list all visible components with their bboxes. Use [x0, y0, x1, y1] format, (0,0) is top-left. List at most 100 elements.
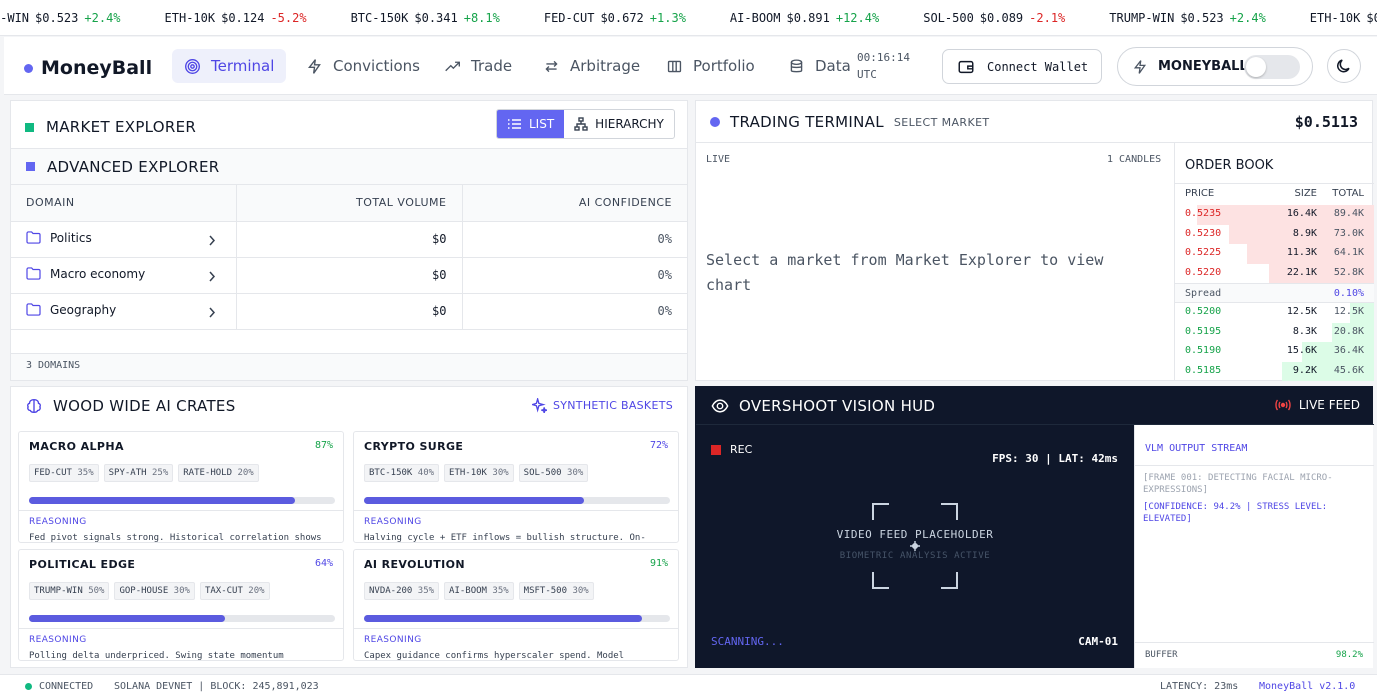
- spread-label: Spread: [1185, 288, 1222, 299]
- ticker-item[interactable]: TRUMP-WIN $0.523 +2.4%: [0, 11, 121, 25]
- bid-size: 15.6K: [1286, 345, 1317, 356]
- bid-price: 0.5185: [1185, 364, 1222, 376]
- advanced-explorer-title: ADVANCED EXPLORER: [47, 157, 220, 176]
- live-feed-indicator: LIVE FEED: [1275, 398, 1360, 412]
- order-book-title: ORDER BOOK: [1185, 158, 1274, 173]
- ask-size: 22.1K: [1286, 266, 1317, 278]
- bid-level[interactable]: 0.5195 8.3K 20.8K: [1175, 322, 1374, 342]
- crate-confidence-bar: [29, 615, 335, 622]
- chevron-right-icon[interactable]: [208, 235, 216, 246]
- ticker-symbol: AI-BOOM: [729, 11, 781, 25]
- crate-reasoning: Polling delta underpriced. Swing state m…: [29, 651, 284, 661]
- ask-levels: 0.5235 16.4K 89.4K 0.5230 8.9K 73.0K 0.5225 11.…: [1175, 205, 1374, 283]
- domain-row[interactable]: Politics $0 0%: [11, 221, 687, 258]
- domain-volume: $0: [235, 293, 462, 330]
- rec-icon: [711, 444, 721, 455]
- ask-level[interactable]: 0.5235 16.4K 89.4K: [1175, 205, 1374, 225]
- ticker-price: $0.523: [1180, 11, 1224, 25]
- ticker-change: +8.1%: [463, 11, 500, 25]
- tab-convictions[interactable]: Convictions: [294, 49, 432, 83]
- ask-level[interactable]: 0.5220 22.1K 52.8K: [1175, 263, 1374, 283]
- buffer-label: BUFFER: [1145, 650, 1178, 660]
- chevron-right-icon[interactable]: [208, 307, 216, 318]
- top-nav: MoneyBall Terminal Convictions Trade Arb…: [4, 37, 1377, 95]
- brand-name: MoneyBall: [41, 57, 153, 79]
- list-view-button[interactable]: LIST: [497, 110, 565, 138]
- bid-size: 8.3K: [1292, 325, 1317, 337]
- ticker-symbol: ETH-10K: [164, 11, 216, 25]
- select-market-label[interactable]: SELECT MARKET: [894, 116, 990, 129]
- crate-confidence: 64%: [314, 558, 333, 569]
- domain-count: 3 DOMAINS: [26, 360, 81, 371]
- crate-chip: AI-BOOM 35%: [444, 582, 514, 600]
- ticker-item[interactable]: AI-BOOM $0.891 +12.4%: [730, 11, 879, 25]
- moneyball-mode-toggle[interactable]: MONEYBALL: [1117, 47, 1313, 86]
- column-total-volume[interactable]: TOTAL VOLUME: [235, 185, 462, 222]
- tab-arbitrage-label: Arbitrage: [570, 57, 641, 75]
- crate-chip: GOP-HOUSE 30%: [114, 582, 195, 600]
- theme-toggle-button[interactable]: [1327, 49, 1361, 83]
- advanced-explorer-header: ADVANCED EXPLORER: [11, 148, 687, 185]
- connect-wallet-label: Connect Wallet: [987, 59, 1089, 74]
- brand-dot-icon: [24, 63, 33, 73]
- ticker-symbol: TRUMP-WIN: [0, 11, 30, 25]
- tab-portfolio[interactable]: Portfolio: [654, 49, 767, 83]
- crate-card[interactable]: MACRO ALPHA 87% FED-CUT 35% SPY-ATH 25% RATE…: [18, 431, 344, 543]
- brand-logo[interactable]: MoneyBall: [24, 57, 152, 79]
- status-dot-icon: [710, 117, 720, 127]
- ticker-item[interactable]: BTC-150K $0.341 +8.1%: [351, 11, 500, 25]
- crate-confidence-bar: [364, 615, 670, 622]
- ask-level[interactable]: 0.5230 8.9K 73.0K: [1175, 224, 1374, 244]
- ticker-item[interactable]: FED-CUT $0.672 +1.3%: [544, 11, 686, 25]
- ask-total: 73.0K: [1333, 227, 1364, 239]
- ticker-change: -2.1%: [1029, 11, 1066, 25]
- mode-switch[interactable]: [1244, 55, 1300, 79]
- domain-row[interactable]: Geography $0 0%: [11, 293, 687, 330]
- rec-indicator: REC: [711, 443, 752, 456]
- bid-level[interactable]: 0.5185 9.2K 45.6K: [1175, 361, 1374, 381]
- ob-col-size: SIZE: [1294, 188, 1317, 199]
- crate-name: AI REVOLUTION: [364, 558, 465, 571]
- hierarchy-view-button[interactable]: HIERARCHY: [564, 110, 674, 138]
- biometric-status: BIOMETRIC ANALYSIS ACTIVE: [839, 551, 991, 561]
- crate-card[interactable]: POLITICAL EDGE 64% TRUMP-WIN 50% GOP-HOUSE …: [18, 549, 344, 661]
- ticker-price: $0.089: [979, 11, 1024, 25]
- tab-trade[interactable]: Trade: [432, 49, 524, 83]
- ticker-price: $0.891: [786, 11, 830, 25]
- ticker-price: $0.672: [600, 11, 644, 25]
- view-toggle: LIST HIERARCHY: [496, 109, 675, 139]
- current-price: $0.5113: [1294, 113, 1358, 131]
- bid-level[interactable]: 0.5190 15.6K 36.4K: [1175, 342, 1374, 362]
- crate-card[interactable]: CRYPTO SURGE 72% BTC-150K 40% ETH-10K 30% SO…: [353, 431, 679, 543]
- connect-wallet-button[interactable]: Connect Wallet: [942, 49, 1102, 84]
- tab-data[interactable]: Data: [776, 49, 863, 83]
- ticker-item[interactable]: ETH-10K$0.124-5.2%: [1310, 11, 1377, 25]
- synthetic-baskets-link[interactable]: SYNTHETIC BASKETS: [531, 398, 673, 413]
- bid-total: 12.5K: [1333, 306, 1364, 317]
- crate-name: POLITICAL EDGE: [29, 558, 136, 571]
- ticker-change: -5.2%: [270, 11, 307, 25]
- column-ai-confidence[interactable]: AI CONFIDENCE: [461, 185, 687, 222]
- column-domain[interactable]: DOMAIN: [11, 185, 236, 222]
- bid-level[interactable]: 0.5200 12.5K 12.5K: [1175, 303, 1374, 323]
- domain-row[interactable]: Macro economy $0 0%: [11, 257, 687, 294]
- domain-confidence: 0%: [461, 293, 687, 330]
- rec-label: REC: [730, 443, 753, 456]
- wallet-icon: [958, 60, 974, 73]
- ticker-item[interactable]: TRUMP-WIN $0.523 +2.4%: [1109, 11, 1266, 25]
- tab-arbitrage[interactable]: Arbitrage: [531, 49, 652, 83]
- crate-confidence-bar: [29, 497, 335, 504]
- ask-price: 0.5230: [1185, 227, 1222, 239]
- ticker-item[interactable]: SOL-500 $0.089 -2.1%: [923, 11, 1065, 25]
- tab-terminal[interactable]: Terminal: [172, 49, 287, 83]
- ask-level[interactable]: 0.5225 11.3K 64.1K: [1175, 244, 1374, 264]
- hud-header: OVERSHOOT VISION HUD LIVE FEED: [696, 387, 1374, 425]
- chart-placeholder: Select a market from Market Explorer to …: [706, 251, 1104, 294]
- list-view-label: LIST: [529, 117, 555, 131]
- crate-card[interactable]: AI REVOLUTION 91% NVDA-200 35% AI-BOOM 35% M…: [353, 549, 679, 661]
- chevron-right-icon[interactable]: [208, 271, 216, 282]
- domain-volume: $0: [235, 221, 462, 258]
- clock-zone: UTC: [857, 68, 877, 81]
- ai-crates-panel: WOOD WIDE AI CRATES SYNTHETIC BASKETS MA…: [10, 386, 688, 668]
- ticker-item[interactable]: ETH-10K$0.124-5.2%: [165, 11, 307, 25]
